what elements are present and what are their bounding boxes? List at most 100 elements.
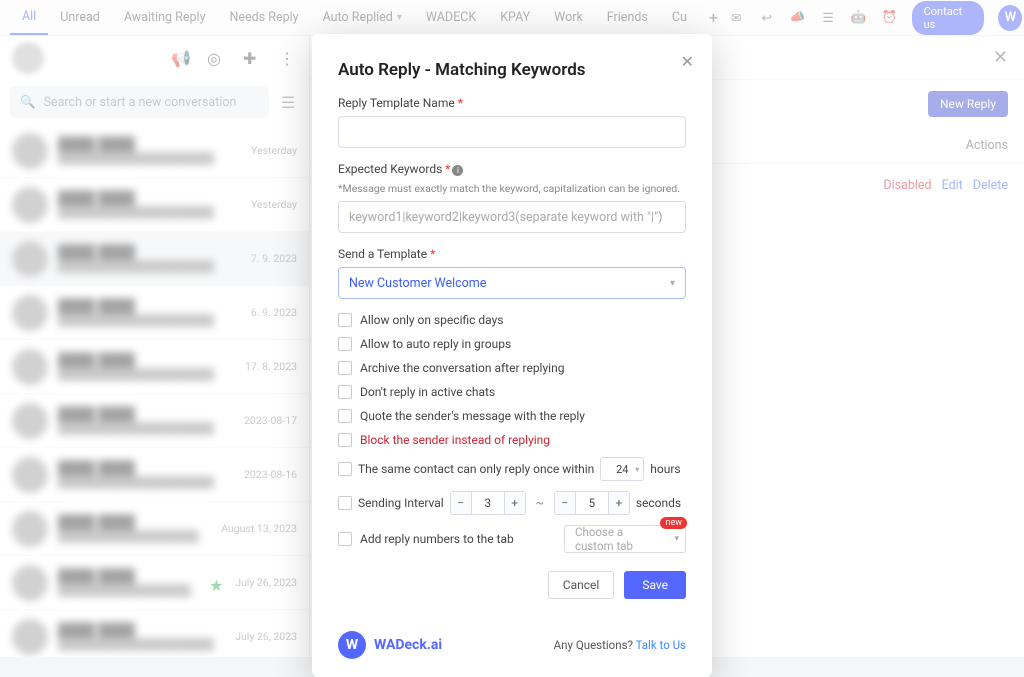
add-numbers-label: Add reply numbers to the tab: [360, 532, 514, 546]
conversation-date: 2023-08-16: [244, 468, 297, 481]
filter-icon[interactable]: ☰: [277, 91, 299, 113]
conversation-preview: ████ ████████████████████████: [58, 244, 241, 273]
broadcast-icon[interactable]: 📢: [171, 49, 189, 67]
conversation-item[interactable]: ████ ████████████████████████August 13, …: [0, 502, 309, 556]
interval-min-decrement[interactable]: −: [450, 491, 472, 515]
info-icon[interactable]: i: [452, 165, 463, 176]
tab-unread[interactable]: Unread: [48, 0, 112, 35]
opt-active-chats: Don't reply in active chats: [360, 385, 495, 399]
status-icon[interactable]: ◎: [207, 49, 225, 67]
checkbox-active-chats[interactable]: [338, 385, 352, 399]
conversation-preview: ████ ████████████████████████: [58, 136, 241, 165]
opt-quote: Quote the sender's message with the repl…: [360, 409, 585, 423]
conversation-date: July 26, 2023: [235, 630, 297, 643]
conversation-avatar: [12, 187, 48, 223]
conversation-date: Yesterday: [251, 198, 297, 211]
star-icon: ★: [209, 576, 223, 590]
conversation-item[interactable]: ████ ████████████████████████Yesterday: [0, 124, 309, 178]
checkbox-block[interactable]: [338, 433, 352, 447]
save-button[interactable]: Save: [624, 571, 686, 599]
brand: W WADeck.ai: [338, 631, 442, 659]
conversation-item[interactable]: ████ ████████████████████████7. 9. 2023: [0, 232, 309, 286]
keywords-hint: *Message must exactly match the keyword,…: [338, 182, 686, 195]
search-input[interactable]: 🔍 Search or start a new conversation: [10, 86, 269, 118]
conversation-avatar: [12, 241, 48, 277]
conversation-avatar: [12, 349, 48, 385]
template-name-label: Reply Template Name *: [338, 96, 686, 110]
close-icon[interactable]: ✕: [993, 47, 1008, 68]
chevron-down-icon: ▾: [670, 278, 675, 289]
conversation-preview: ████ ████████████████████████: [58, 352, 235, 381]
interval-max-value[interactable]: 5: [576, 491, 608, 515]
modal-close-icon[interactable]: ✕: [681, 52, 694, 71]
conversation-preview: ████ ████████████████████████: [58, 298, 241, 327]
conversation-preview: ████ ████████████████████████: [58, 190, 241, 219]
bot-icon[interactable]: 🤖: [850, 9, 867, 27]
add-tab-button[interactable]: +: [699, 8, 728, 27]
conversation-item[interactable]: ████ ████████████████████████2023-08-16: [0, 448, 309, 502]
brand-logo-icon: W: [338, 631, 366, 659]
action-delete[interactable]: Delete: [973, 178, 1008, 193]
checkbox-specific-days[interactable]: [338, 313, 352, 327]
checkbox-add-numbers[interactable]: [338, 532, 352, 546]
tab-auto-replied[interactable]: Auto Replied▾: [311, 0, 414, 35]
tab-truncated[interactable]: Cu: [660, 0, 699, 35]
once-within-label: The same contact can only reply once wit…: [358, 462, 594, 476]
tab-kpay[interactable]: KPAY: [488, 0, 542, 35]
keywords-input[interactable]: [338, 201, 686, 233]
conversation-item[interactable]: ████ ████████████████████████★July 26, 2…: [0, 556, 309, 610]
megaphone-icon[interactable]: 📣: [789, 9, 806, 27]
tab-friends[interactable]: Friends: [595, 0, 660, 35]
interval-unit: seconds: [636, 496, 681, 510]
keywords-label: Expected Keywords *i: [338, 162, 686, 176]
conversation-item[interactable]: ████ ████████████████████████17. 8. 2023: [0, 340, 309, 394]
conversation-avatar: [12, 403, 48, 439]
conversation-item[interactable]: ████ ████████████████████████ 6. 9. 2023: [0, 286, 309, 340]
once-within-unit: hours: [650, 462, 680, 476]
send-template-select[interactable]: New Customer Welcome ▾: [338, 267, 686, 299]
new-chat-icon[interactable]: ✚: [243, 49, 261, 67]
talk-to-us-link[interactable]: Talk to Us: [636, 638, 686, 652]
auto-reply-modal: ✕ Auto Reply - Matching Keywords Reply T…: [312, 34, 712, 677]
template-name-input[interactable]: [338, 116, 686, 148]
interval-min-increment[interactable]: +: [504, 491, 526, 515]
more-icon[interactable]: ⋮: [279, 49, 297, 67]
interval-max-decrement[interactable]: −: [554, 491, 576, 515]
clock-icon[interactable]: ⏰: [881, 9, 898, 27]
action-disabled[interactable]: Disabled: [883, 178, 931, 193]
conversation-item[interactable]: ████ ████████████████████████2023-08-17: [0, 394, 309, 448]
opt-specific-days: Allow only on specific days: [360, 313, 503, 327]
opt-archive: Archive the conversation after replying: [360, 361, 564, 375]
interval-max-increment[interactable]: +: [608, 491, 630, 515]
contact-card-icon[interactable]: ☰: [820, 9, 837, 27]
checkbox-groups[interactable]: [338, 337, 352, 351]
tab-needs[interactable]: Needs Reply: [217, 0, 310, 35]
new-reply-button[interactable]: New Reply: [928, 91, 1008, 117]
inbox-icon[interactable]: ✉: [728, 9, 745, 27]
checkbox-once-within[interactable]: [338, 462, 352, 476]
tab-all[interactable]: All: [10, 0, 48, 35]
once-within-value[interactable]: 24▾: [600, 457, 644, 481]
conversation-date: 6. 9. 2023: [251, 306, 297, 319]
interval-min-value[interactable]: 3: [472, 491, 504, 515]
action-edit[interactable]: Edit: [942, 178, 963, 193]
conversation-avatar: [12, 457, 48, 493]
conversation-avatar: [12, 295, 48, 331]
conversation-avatar: [12, 133, 48, 169]
conversation-item[interactable]: ████ ████████████████████████ Yesterday: [0, 178, 309, 232]
footer-questions: Any Questions? Talk to Us: [554, 638, 686, 652]
conversation-date: August 13, 2023: [221, 522, 297, 535]
wa-logo-badge[interactable]: W: [998, 5, 1022, 31]
tab-awaiting[interactable]: Awaiting Reply: [112, 0, 218, 35]
custom-tab-select[interactable]: Choose a custom tab ▾ new: [564, 525, 686, 553]
conversation-item[interactable]: ████ ████████████████████████July 26, 20…: [0, 610, 309, 657]
tab-work[interactable]: Work: [542, 0, 595, 35]
checkbox-quote[interactable]: [338, 409, 352, 423]
cancel-button[interactable]: Cancel: [548, 571, 615, 599]
reply-icon[interactable]: ↩: [759, 9, 776, 27]
checkbox-interval[interactable]: [338, 496, 352, 510]
tab-wadeck[interactable]: WADECK: [414, 0, 488, 35]
self-avatar[interactable]: [12, 42, 44, 74]
checkbox-archive[interactable]: [338, 361, 352, 375]
contact-us-button[interactable]: Contact us: [912, 1, 985, 35]
